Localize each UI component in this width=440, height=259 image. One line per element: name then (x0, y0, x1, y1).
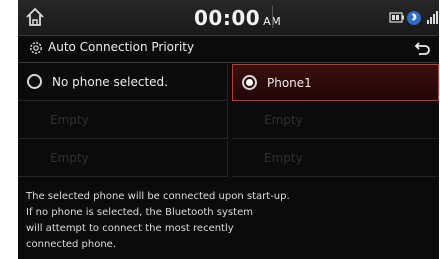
description-line: If no phone is selected, the Bluetooth s… (26, 207, 253, 218)
description-line: will attempt to connect the most recentl… (26, 223, 234, 234)
battery-icon (389, 12, 404, 23)
bluetooth-icon (407, 11, 421, 25)
option-label: No phone selected. (52, 75, 168, 89)
page-title: Auto Connection Priority (48, 40, 195, 54)
radio-unselected-icon (27, 74, 42, 89)
status-bar: 00:00AM (18, 0, 439, 36)
empty-slot: Empty (232, 140, 439, 177)
title-bar: Auto Connection Priority (18, 36, 439, 63)
radio-selected-icon (242, 75, 257, 90)
screen: 00:00AM (0, 0, 440, 259)
head-unit-display: 00:00AM (18, 0, 439, 259)
status-icons (389, 11, 438, 25)
option-no-phone[interactable]: No phone selected. (18, 64, 228, 101)
option-phone1[interactable]: Phone1 (232, 64, 439, 101)
clock: 00:00AM (194, 6, 281, 30)
empty-slot: Empty (232, 102, 439, 139)
empty-slot: Empty (18, 140, 228, 177)
signal-icon (427, 11, 438, 24)
home-icon[interactable] (24, 6, 46, 28)
gear-icon (30, 42, 42, 54)
description-line: The selected phone will be connected upo… (26, 191, 290, 202)
clock-divider (272, 6, 273, 28)
clock-time: 00:00 (194, 6, 261, 30)
phone-priority-list: No phone selected. Phone1 Empty Empty Em… (18, 64, 439, 178)
back-icon[interactable] (413, 39, 431, 57)
empty-label: Empty (264, 113, 303, 127)
empty-label: Empty (50, 151, 89, 165)
description-line: connected phone. (26, 239, 117, 250)
empty-slot: Empty (18, 102, 228, 139)
empty-label: Empty (264, 151, 303, 165)
description-text: The selected phone will be connected upo… (26, 189, 431, 253)
option-label: Phone1 (267, 76, 312, 90)
empty-label: Empty (50, 113, 89, 127)
